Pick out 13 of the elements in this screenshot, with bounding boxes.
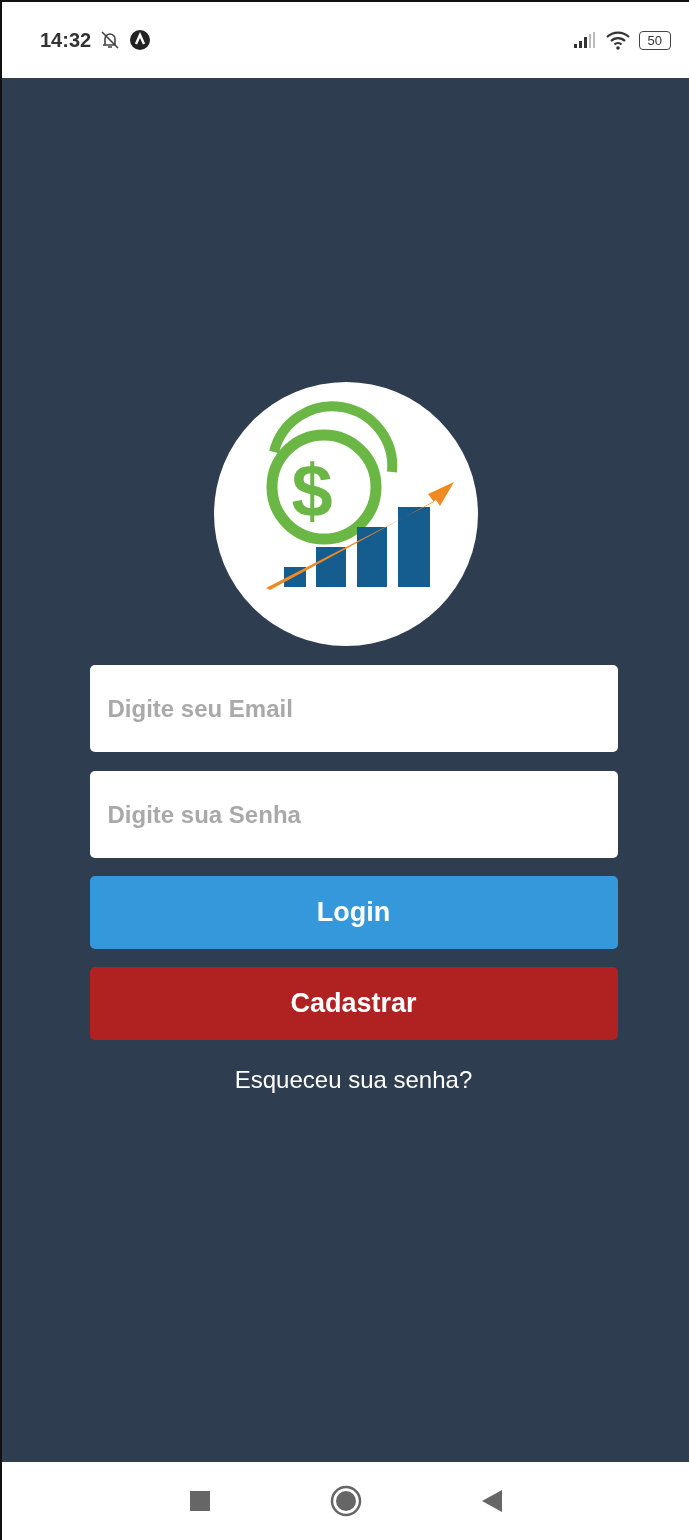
back-icon[interactable] [481,1490,502,1512]
status-time: 14:32 [40,28,92,52]
recents-icon[interactable] [189,1491,210,1511]
register-button[interactable]: Cadastrar [89,967,618,1040]
forgot-password-link[interactable]: Esqueceu sua senha? [234,1066,473,1094]
email-field[interactable]: Digite seu Email [89,665,618,752]
wifi-icon [604,30,631,50]
password-field[interactable]: Digite sua Senha [89,771,618,858]
battery-level: 50 [638,30,671,50]
signal-icon [572,32,597,48]
logo: $ [213,382,478,646]
app-notification-icon [129,29,152,51]
home-icon[interactable] [329,1485,362,1517]
